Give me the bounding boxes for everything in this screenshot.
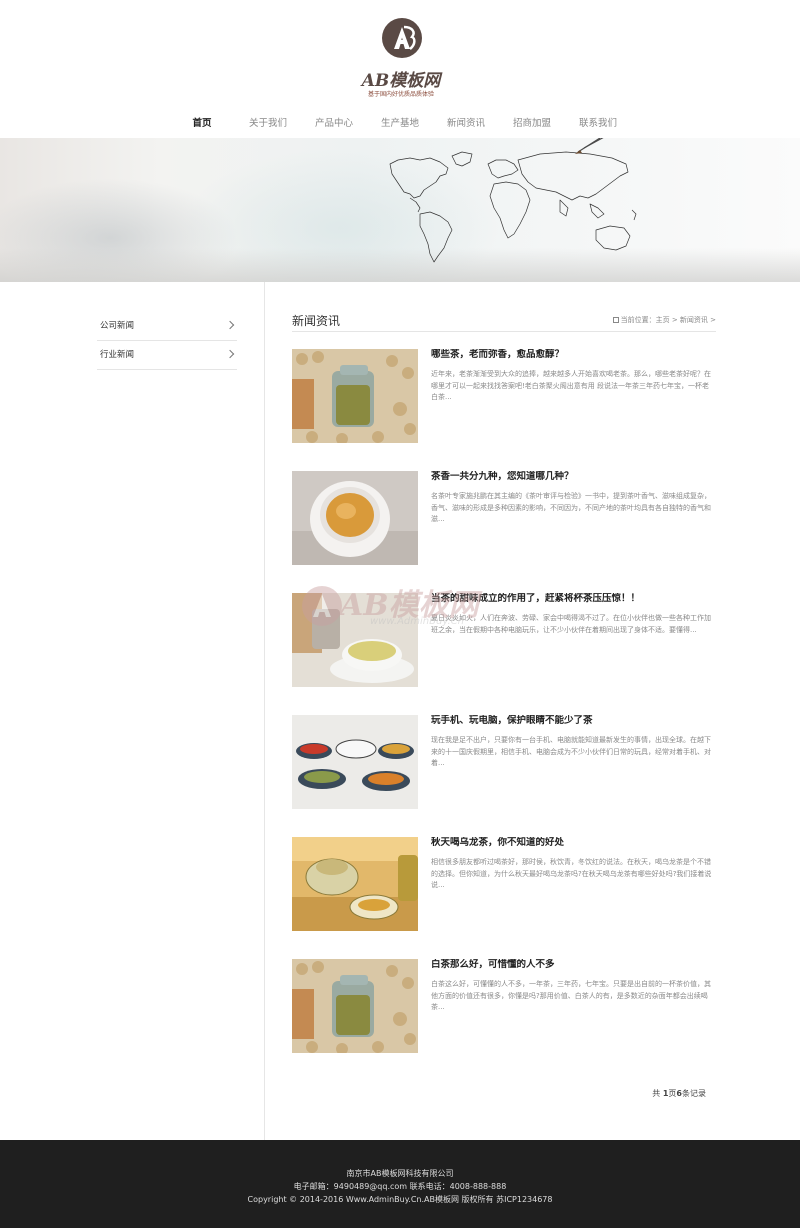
breadcrumb-text: 当前位置：主页 > 新闻资讯 > [620, 316, 716, 324]
list-item: 秋天喝乌龙茶，你不知道的好处 相信很多朋友都听过喝茶好，那时侯，秋饮青，冬饮红的… [292, 837, 716, 931]
article-title[interactable]: 秋天喝乌龙茶，你不知道的好处 [431, 837, 716, 851]
nav-item-contact[interactable]: 联系我们 [566, 114, 630, 134]
pagination: 共 1页6条记录 [292, 1088, 706, 1099]
main-nav: 首页 关于我们 产品中心 生产基地 新闻资讯 招商加盟 联系我们 [170, 114, 630, 134]
article-summary: 白茶这么好，可懂懂的人不多，一年茶，三年药，七年宝。只要是出自前的一杯茶价值，其… [431, 980, 711, 1011]
nav-item-about[interactable]: 关于我们 [236, 114, 300, 134]
home-icon [612, 317, 619, 323]
pager-prefix: 共 [652, 1089, 661, 1098]
chevron-right-icon [225, 349, 235, 359]
article-summary: 夏日炎炎如火，人们在奔波、劳碌、家会中喝得渴不过了。在位小伙伴也做一些各种工作加… [431, 614, 711, 634]
article-summary: 相信很多朋友都听过喝茶好，那时侯，秋饮青，冬饮红的说法。在秋天，喝乌龙茶是个不错… [431, 858, 712, 889]
sidebar-item-label: 公司新闻 [100, 321, 135, 331]
footer-copyright: Copyright © 2014-2016 Www.AdminBuy.Cn.AB… [247, 1195, 553, 1204]
article-title[interactable]: 白茶那么好，可惜懂的人不多 [431, 959, 716, 973]
nav-item-home[interactable]: 首页 [170, 114, 234, 134]
nav-item-franchise[interactable]: 招商加盟 [500, 114, 564, 134]
sidebar: 公司新闻 行业新闻 [97, 312, 237, 370]
article-thumbnail[interactable] [292, 959, 418, 1053]
news-main: 新闻资讯 当前位置：主页 > 新闻资讯 > [292, 310, 716, 332]
article-summary: 现在我是足不出户，只要你有一台手机、电脑就能知道最新发生的事情，出现全球。在越下… [431, 736, 711, 767]
world-map-sketch-icon [389, 138, 637, 263]
list-item: 白茶那么好，可惜懂的人不多 白茶这么好，可懂懂的人不多，一年茶，三年药，七年宝。… [292, 959, 716, 1053]
hero-banner [0, 138, 800, 282]
site-header: AB模板网 基于国内好优质品质体验 首页 关于我们 产品中心 生产基地 新闻资讯… [0, 0, 800, 138]
logo-slogan: 基于国内好优质品质体验 [367, 91, 434, 98]
page-title: 新闻资讯 [292, 314, 341, 328]
article-title[interactable]: 哪些茶，老而弥香，愈品愈醇？ [431, 349, 716, 363]
list-item: 哪些茶，老而弥香，愈品愈醇？ 近年来，老茶渐渐受到大众的追捧，越来越多人开始喜欢… [292, 349, 716, 443]
article-thumbnail[interactable] [292, 593, 418, 687]
nav-item-news[interactable]: 新闻资讯 [434, 114, 498, 134]
article-title[interactable]: 玩手机、玩电脑，保护眼睛不能少了茶 [431, 715, 716, 729]
list-item: 玩手机、玩电脑，保护眼睛不能少了茶 现在我是足不出户，只要你有一台手机、电脑就能… [292, 715, 716, 809]
list-item: 茶香一共分九种，您知道哪几种？ 名茶叶专家施兆鹏在其主编的《茶叶审评与检验》一书… [292, 471, 716, 565]
article-thumbnail[interactable] [292, 349, 418, 443]
footer-company: 南京市AB模板网科技有限公司 [346, 1169, 454, 1178]
logo-mark-icon [382, 18, 422, 58]
list-item: 当茶的甜味成立的作用了，赶紧将杯茶压压惊！！ 夏日炎炎如火，人们在奔波、劳碌、家… [292, 593, 716, 687]
logo-brand-name: AB模板网 [361, 71, 441, 91]
nav-item-products[interactable]: 产品中心 [302, 114, 366, 134]
article-summary: 近年来，老茶渐渐受到大众的追捧，越来越多人开始喜欢喝老茶。那么，哪些老茶好呢？在… [431, 370, 711, 401]
pager-suffix: 条记录 [682, 1089, 706, 1098]
article-thumbnail[interactable] [292, 837, 418, 931]
chevron-right-icon [225, 320, 235, 330]
site-footer: 南京市AB模板网科技有限公司 电子邮箱：9490489@qq.com 联系电话：… [0, 1140, 800, 1228]
article-title[interactable]: 当茶的甜味成立的作用了，赶紧将杯茶压压惊！！ [431, 593, 716, 607]
article-title[interactable]: 茶香一共分九种，您知道哪几种？ [431, 471, 716, 485]
sidebar-item-industry-news[interactable]: 行业新闻 [97, 341, 237, 370]
article-thumbnail[interactable] [292, 715, 418, 809]
site-logo[interactable]: AB模板网 基于国内好优质品质体验 [353, 18, 449, 102]
breadcrumb[interactable]: 当前位置：主页 > 新闻资讯 > [612, 315, 716, 325]
content-divider [264, 282, 265, 1140]
article-summary: 名茶叶专家施兆鹏在其主编的《茶叶审评与检验》一书中，提到茶叶香气、滋味组成复杂，… [431, 492, 711, 523]
section-header: 新闻资讯 当前位置：主页 > 新闻资讯 > [292, 310, 716, 332]
footer-contact: 电子邮箱：9490489@qq.com 联系电话：4008-888-888 [293, 1182, 507, 1191]
nav-item-base[interactable]: 生产基地 [368, 114, 432, 134]
sidebar-item-company-news[interactable]: 公司新闻 [97, 312, 237, 341]
article-thumbnail[interactable] [292, 471, 418, 565]
sidebar-item-label: 行业新闻 [100, 350, 135, 360]
